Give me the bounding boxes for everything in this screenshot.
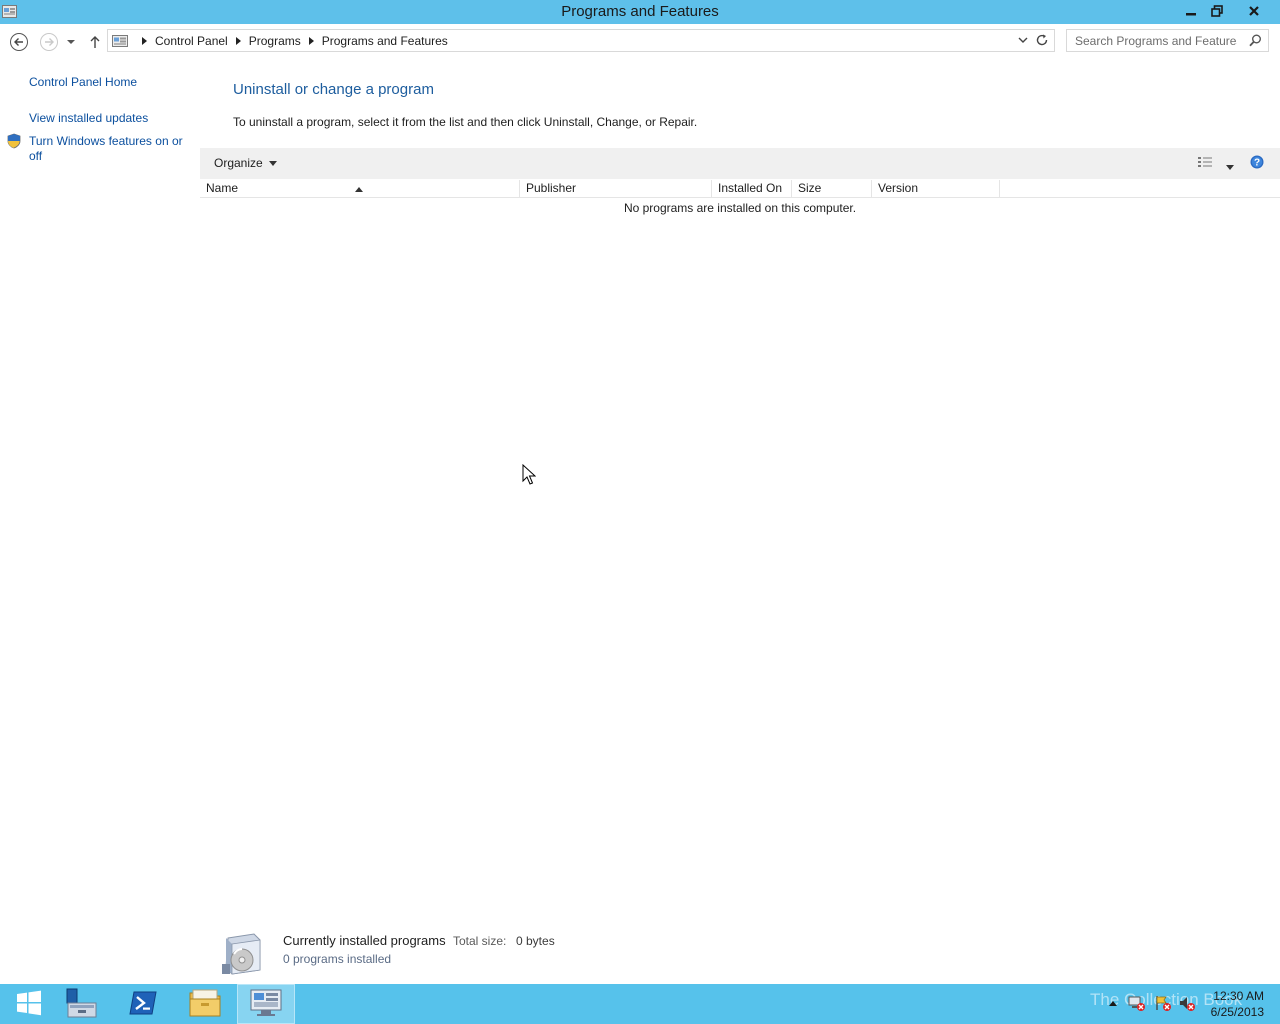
forward-button[interactable] — [39, 32, 59, 52]
organize-label: Organize — [214, 156, 263, 170]
control-panel-small-icon — [112, 34, 128, 48]
restore-button[interactable] — [1204, 0, 1230, 21]
start-icon — [15, 989, 43, 1020]
address-history-chevron-icon[interactable] — [1018, 34, 1028, 49]
page-title: Uninstall or change a program — [233, 81, 434, 98]
show-hidden-icons-chevron-icon[interactable] — [1108, 996, 1118, 1010]
sort-ascending-icon — [355, 180, 363, 197]
total-size-label: Total size: — [453, 934, 507, 948]
breadcrumb-separator-icon[interactable] — [142, 36, 147, 45]
column-header-version[interactable]: Version — [872, 180, 1000, 198]
window-title: Programs and Features — [561, 3, 719, 20]
help-icon[interactable]: ? — [1250, 155, 1264, 172]
organize-button[interactable]: Organize — [214, 156, 277, 170]
action-center-flag-icon[interactable] — [1154, 994, 1172, 1015]
column-header-row: Name Publisher Installed On Size Version — [200, 180, 1280, 198]
turn-windows-features-link[interactable]: Turn Windows features on or off — [29, 134, 191, 164]
navigation-bar: Control Panel Programs Programs and Feat… — [0, 24, 1280, 58]
view-installed-updates-link[interactable]: View installed updates — [29, 111, 148, 126]
uac-shield-icon — [7, 133, 21, 152]
search-box[interactable] — [1066, 29, 1269, 52]
total-size-value: 0 bytes — [516, 934, 555, 948]
address-bar[interactable]: Control Panel Programs Programs and Feat… — [107, 29, 1055, 52]
breadcrumb-separator-icon[interactable] — [235, 36, 241, 45]
chevron-down-icon — [268, 160, 277, 166]
breadcrumb: Control Panel Programs Programs and Feat… — [112, 30, 448, 51]
programs-count: 0 programs installed — [283, 952, 392, 966]
column-header-label: Installed On — [718, 181, 783, 195]
column-header-size[interactable]: Size — [792, 180, 872, 198]
powershell-icon — [129, 991, 157, 1018]
search-input[interactable] — [1067, 30, 1237, 51]
column-header-publisher[interactable]: Publisher — [520, 180, 712, 198]
column-header-label: Size — [798, 181, 822, 195]
start-button[interactable] — [0, 984, 58, 1024]
powershell-button[interactable] — [114, 984, 172, 1024]
column-header-label: Publisher — [526, 181, 577, 195]
page-description: To uninstall a program, select it from t… — [233, 115, 698, 129]
close-button[interactable] — [1231, 0, 1277, 21]
volume-muted-icon[interactable] — [1178, 994, 1196, 1015]
breadcrumb-item-programs-and-features[interactable]: Programs and Features — [322, 34, 448, 48]
control-panel-taskbar-button[interactable] — [237, 984, 295, 1024]
up-arrow-icon[interactable] — [85, 32, 105, 52]
refresh-icon[interactable] — [1035, 33, 1049, 50]
title-bar: Programs and Features — [0, 0, 1280, 24]
file-explorer-button[interactable] — [176, 984, 234, 1024]
mouse-cursor-icon — [522, 463, 537, 489]
taskbar: The Collection Book 12:30 AM 6/25/2013 — [0, 984, 1280, 1024]
clock-time: 12:30 AM — [1213, 989, 1264, 1003]
server-manager-button[interactable] — [52, 984, 110, 1024]
details-pane: Currently installed programs Total size:… — [200, 924, 1280, 984]
left-pane: Control Panel Home View installed update… — [0, 58, 200, 984]
back-button[interactable] — [9, 32, 29, 52]
column-header-name[interactable]: Name — [200, 180, 520, 198]
breadcrumb-separator-icon[interactable] — [308, 36, 314, 45]
network-warning-icon[interactable] — [1128, 994, 1146, 1015]
file-explorer-icon — [189, 989, 221, 1020]
server-manager-icon — [64, 987, 98, 1022]
svg-text:?: ? — [1254, 158, 1260, 169]
recent-locations-chevron-icon[interactable] — [63, 32, 79, 52]
command-bar: Organize ? — [200, 148, 1280, 179]
details-title: Currently installed programs — [283, 933, 446, 948]
breadcrumb-item-control-panel[interactable]: Control Panel — [155, 34, 228, 48]
view-options-chevron-icon[interactable] — [1226, 159, 1234, 173]
search-icon[interactable] — [1249, 34, 1262, 50]
details-view-icon[interactable] — [1197, 155, 1213, 172]
control-panel-icon — [249, 988, 283, 1021]
control-panel-home-link[interactable]: Control Panel Home — [29, 75, 137, 90]
system-clock[interactable]: 12:30 AM 6/25/2013 — [1211, 988, 1264, 1020]
breadcrumb-item-programs[interactable]: Programs — [249, 34, 301, 48]
column-header-installed-on[interactable]: Installed On — [712, 180, 792, 198]
column-header-label: Name — [206, 181, 239, 195]
empty-list-message: No programs are installed on this comput… — [623, 201, 857, 215]
column-header-label: Version — [878, 181, 919, 195]
installed-programs-icon — [220, 930, 264, 979]
clock-date: 6/25/2013 — [1210, 1005, 1264, 1019]
minimize-button[interactable] — [1178, 0, 1204, 21]
